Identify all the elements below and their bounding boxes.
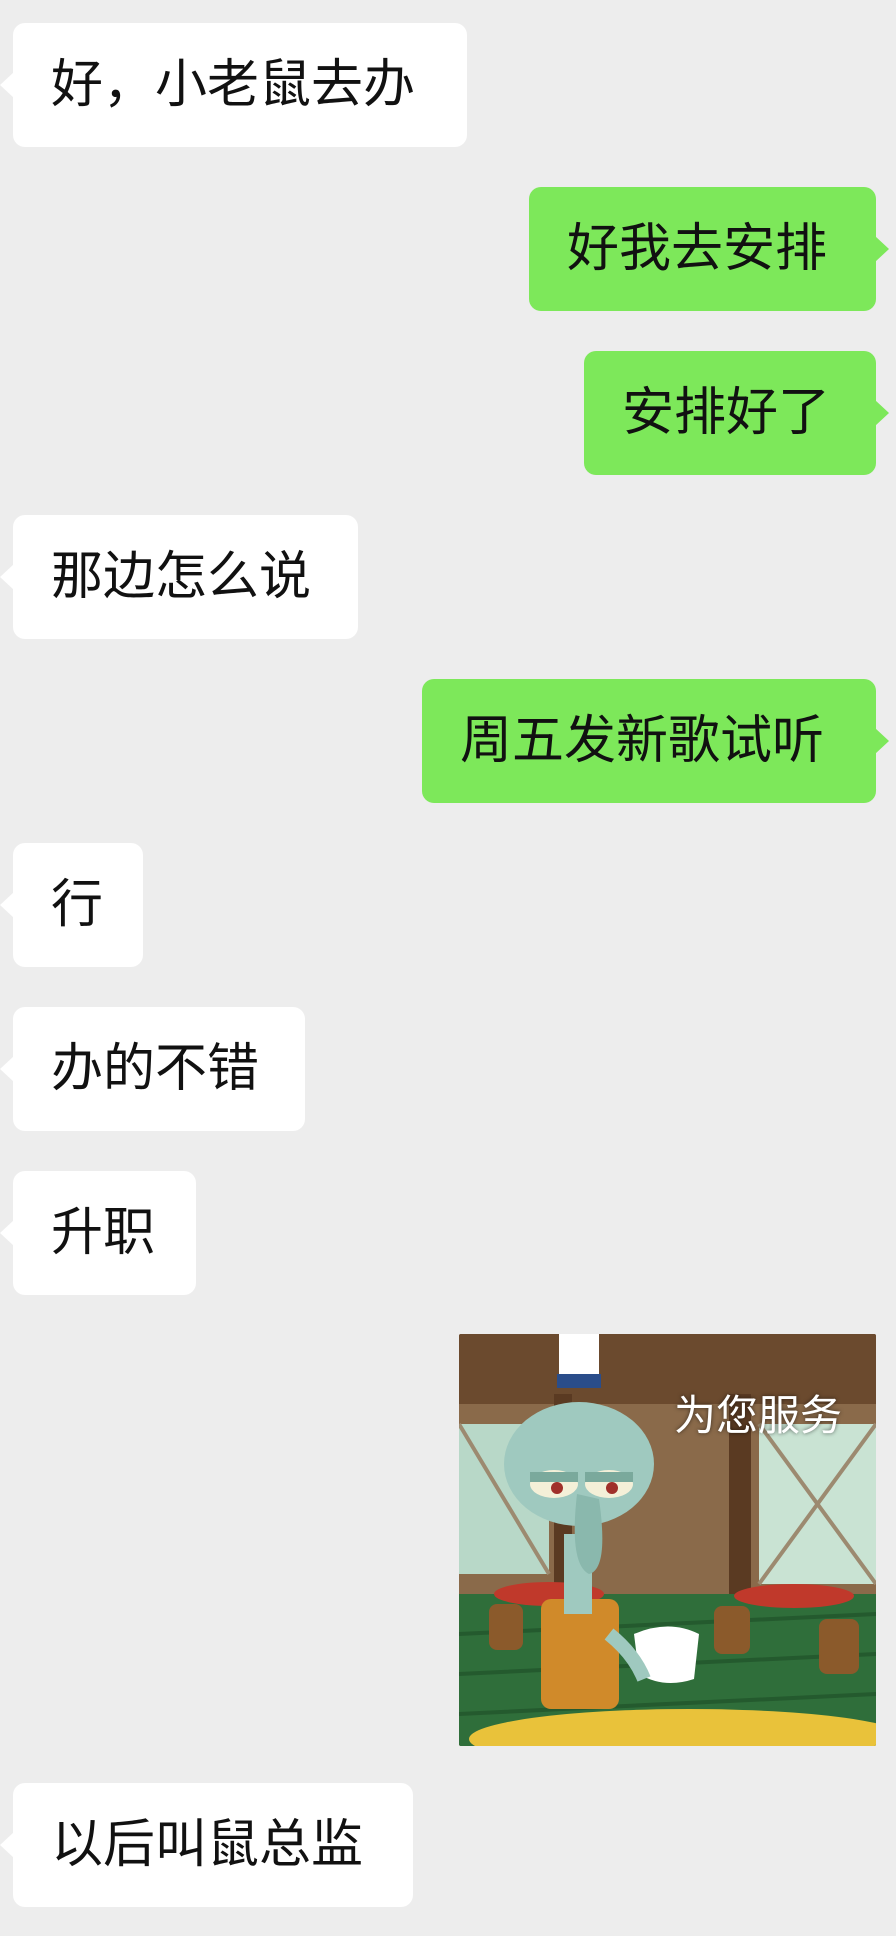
sticker-caption: 为您服务 — [673, 1391, 842, 1440]
message-text: 行 — [51, 875, 104, 935]
message-bubble-outgoing[interactable]: 安排好了 — [584, 351, 889, 475]
message-bubble-outgoing[interactable]: 好我去安排 — [529, 187, 889, 311]
message-bubble-incoming[interactable]: 升职 — [0, 1171, 196, 1295]
message-text: 好我去安排 — [567, 219, 828, 279]
message-text: 周五发新歌试听 — [460, 711, 825, 771]
message-text: 以后叫鼠总监 — [51, 1815, 364, 1875]
message-text: 升职 — [51, 1203, 156, 1263]
message-bubble-incoming[interactable]: 那边怎么说 — [0, 515, 358, 639]
message-text: 那边怎么说 — [51, 547, 312, 607]
message-text: 好，小老鼠去办 — [51, 55, 416, 115]
message-bubble-incoming[interactable]: 好，小老鼠去办 — [0, 23, 467, 147]
message-bubble-incoming[interactable]: 办的不错 — [0, 1007, 305, 1131]
message-text: 安排好了 — [622, 383, 831, 443]
message-text: 办的不错 — [51, 1039, 260, 1099]
squidward-waiter-sticker[interactable]: 为您服务 — [459, 1334, 876, 1746]
message-bubble-outgoing[interactable]: 周五发新歌试听 — [422, 679, 889, 803]
message-bubble-incoming[interactable]: 以后叫鼠总监 — [0, 1783, 413, 1907]
message-bubble-incoming[interactable]: 行 — [0, 843, 143, 967]
